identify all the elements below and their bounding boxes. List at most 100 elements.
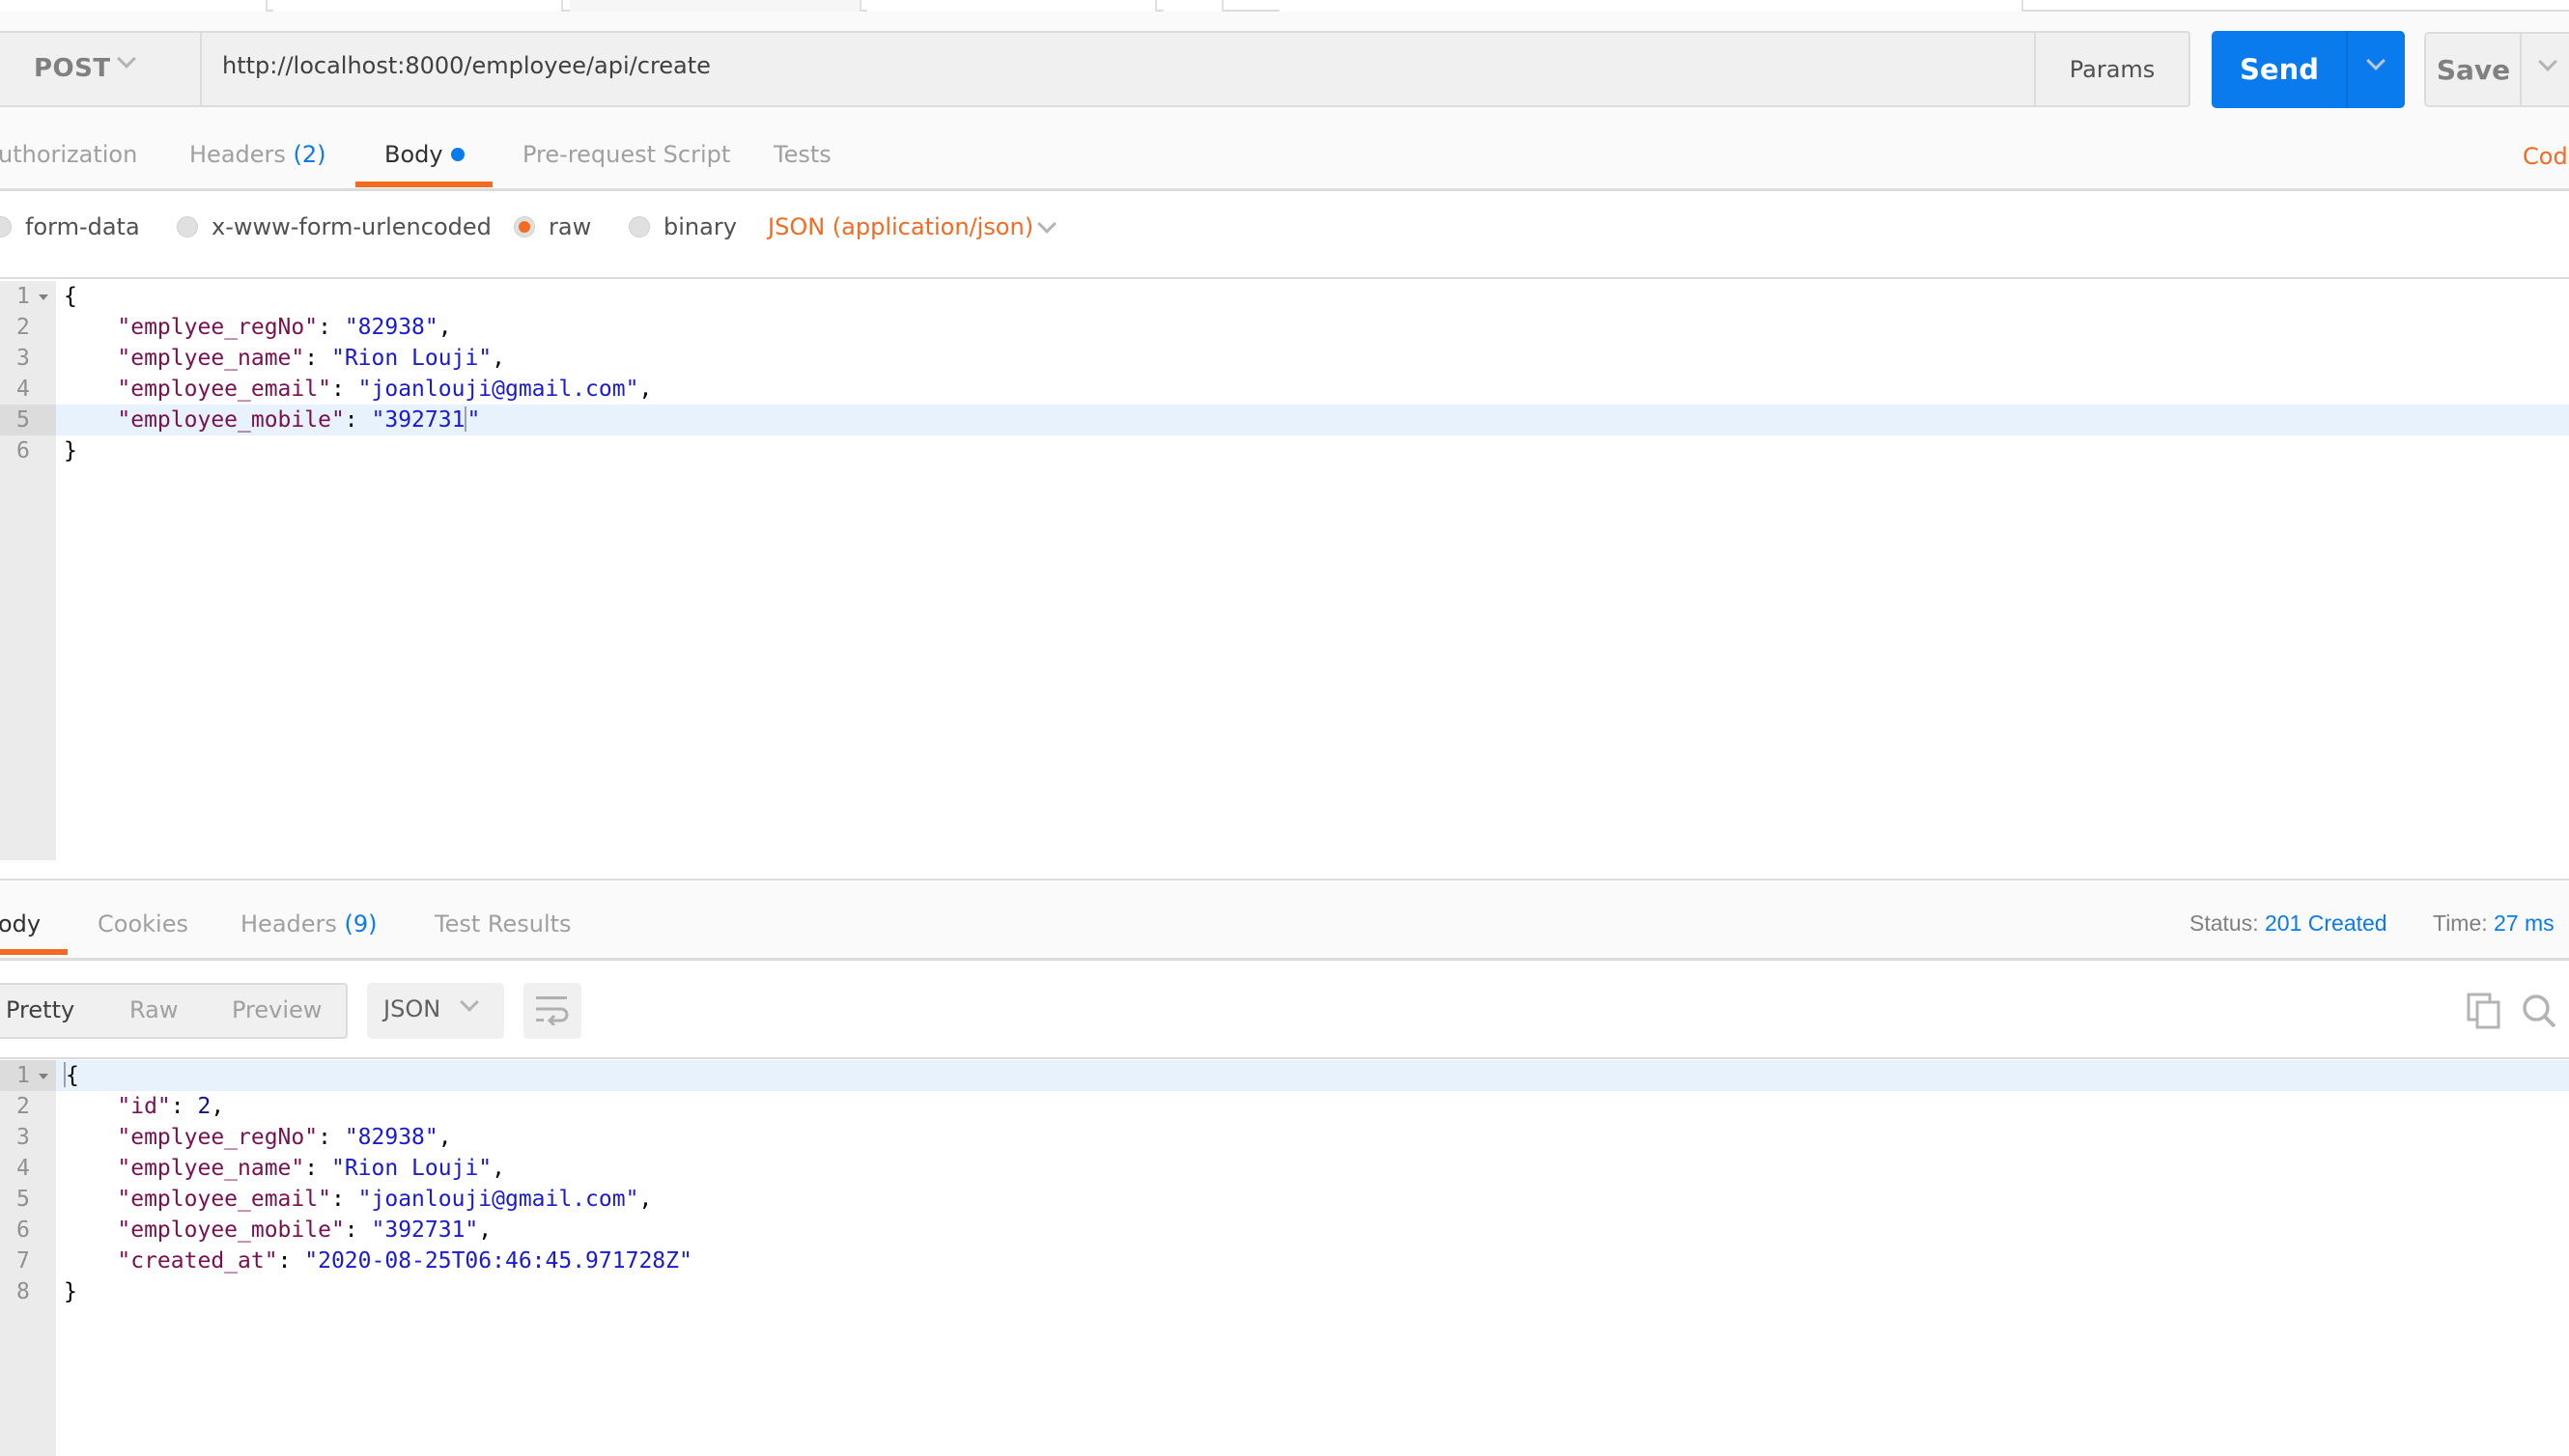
save-button-group: Save — [2424, 32, 2569, 107]
tab-label: Headers — [189, 141, 286, 168]
json-string: "joanlouji@gmail.com" — [357, 1187, 639, 1212]
radio-circle[interactable] — [0, 216, 12, 238]
code-line: 6 } — [0, 435, 2569, 466]
view-raw[interactable]: Raw — [129, 996, 178, 1023]
view-preview[interactable]: Preview — [232, 996, 322, 1023]
response-format-select[interactable]: JSON — [367, 983, 504, 1039]
format-label: JSON — [383, 995, 441, 1022]
line-number: 3 — [16, 346, 30, 371]
pane-divider[interactable] — [0, 860, 2569, 881]
new-tab-button[interactable] — [1164, 0, 1224, 12]
code-text: "employee_email": "joanlouji@gmail.com", — [117, 377, 653, 402]
radio-circle-selected[interactable] — [514, 216, 535, 238]
tab-tests[interactable]: Tests — [774, 141, 832, 168]
json-key: "emplyee_name" — [117, 346, 305, 371]
response-tab-body[interactable]: ody — [0, 910, 41, 938]
code-text: "emplyee_regNo": "82938", — [117, 315, 452, 340]
chevron-down-icon — [460, 993, 479, 1012]
status-value[interactable]: 201 Created — [2265, 910, 2387, 936]
window-tab[interactable] — [867, 0, 1157, 12]
save-button[interactable]: Save — [2426, 34, 2521, 105]
tab-authorization[interactable]: uthorization — [0, 141, 137, 168]
tab-label: Tests — [774, 141, 832, 168]
response-tab-test-results[interactable]: Test Results — [435, 910, 572, 938]
url-input[interactable]: http://localhost:8000/employee/api/creat… — [222, 52, 711, 79]
content-type-select[interactable]: JSON (application/json) — [768, 213, 1057, 240]
send-options-button[interactable] — [2346, 31, 2405, 108]
copy-icon[interactable] — [2467, 993, 2501, 1029]
line-number: 7 — [16, 1248, 30, 1274]
window-tab[interactable] — [0, 0, 268, 12]
response-header: ody Cookies Headers (9) Test Results Sta… — [0, 882, 2569, 961]
code-text: } — [64, 438, 77, 463]
json-string: " — [466, 407, 481, 433]
code-line: 5 "employee_email": "joanlouji@gmail.com… — [0, 1184, 2569, 1215]
status-label: Status: — [2189, 910, 2259, 936]
params-button[interactable]: Params — [2034, 33, 2188, 105]
tab-body[interactable]: Body — [384, 141, 465, 168]
response-tab-cookies[interactable]: Cookies — [98, 910, 188, 938]
tab-label: Headers — [240, 910, 337, 938]
search-icon[interactable] — [2521, 993, 2557, 1029]
json-string: "392731 — [371, 407, 466, 433]
line-number: 8 — [16, 1279, 30, 1304]
fold-arrow-icon[interactable] — [39, 294, 48, 300]
wrap-lines-button[interactable] — [523, 983, 581, 1039]
punct: , — [638, 377, 653, 402]
code-text: { — [64, 1060, 79, 1091]
response-body-viewer[interactable]: 1 { 2 "id": 2, 3 "emplyee_regNo": "82938… — [0, 1060, 2569, 1456]
line-number: 5 — [0, 405, 56, 435]
code-line: 1 { — [0, 281, 2569, 312]
json-number: 2 — [197, 1094, 212, 1119]
line-number: 3 — [16, 1125, 30, 1150]
line-number: 2 — [16, 315, 30, 340]
code-line-active: 1 { — [0, 1060, 2569, 1091]
chevron-down-icon — [2366, 51, 2386, 70]
radio-raw[interactable]: raw — [514, 213, 591, 240]
json-string: "392731" — [371, 1218, 479, 1243]
save-options-button[interactable] — [2520, 34, 2569, 105]
radio-x-www-form-urlencoded[interactable]: x-www-form-urlencoded — [177, 213, 492, 240]
tab-strip-spacer — [1280, 0, 2023, 12]
line-number: 6 — [16, 438, 30, 463]
code-line: 8 } — [0, 1276, 2569, 1307]
code-line-active: 5 "employee_mobile": "392731" — [0, 405, 2569, 435]
fold-arrow-icon[interactable] — [39, 1074, 48, 1079]
send-button-group: Send — [2212, 31, 2405, 108]
wrap-lines-icon — [536, 996, 569, 1025]
headers-count: (2) — [293, 141, 326, 168]
active-tab-indicator — [0, 949, 68, 955]
code-text: "emplyee_name": "Rion Louji", — [117, 1156, 505, 1181]
response-tab-headers[interactable]: Headers (9) — [240, 910, 378, 938]
code-link[interactable]: Code — [2523, 143, 2569, 170]
brace: { — [66, 1063, 79, 1088]
view-pretty[interactable]: Pretty — [6, 996, 74, 1023]
radio-circle[interactable] — [177, 216, 198, 238]
line-number: 5 — [16, 1187, 30, 1212]
send-button[interactable]: Send — [2212, 31, 2347, 108]
code-line: 7 "created_at": "2020-08-25T06:46:45.971… — [0, 1246, 2569, 1276]
window-tab[interactable] — [273, 0, 563, 12]
request-body-editor[interactable]: 1 { 2 "emplyee_regNo": "82938", 3 "emply… — [0, 281, 2569, 860]
json-string: "82938" — [344, 1125, 438, 1150]
modified-dot-icon — [450, 148, 465, 161]
code-text: "employee_mobile": "392731", — [117, 1218, 493, 1243]
tab-label: Test Results — [435, 910, 572, 938]
json-key: "employee_mobile" — [117, 407, 345, 433]
json-key: "employee_email" — [117, 377, 331, 402]
headers-count: (9) — [344, 910, 378, 938]
chevron-down-icon — [2538, 52, 2557, 71]
window-tab-active[interactable] — [570, 0, 861, 12]
radio-form-data[interactable]: form-data — [0, 213, 140, 240]
response-view-toggle: Pretty Raw Preview — [0, 983, 348, 1039]
tab-pre-request-script[interactable]: Pre-request Script — [522, 141, 730, 168]
method-select[interactable]: POST — [0, 33, 202, 105]
code-line: 2 "id": 2, — [0, 1091, 2569, 1122]
response-toolbar: Pretty Raw Preview JSON — [0, 962, 2569, 1059]
code-text: { — [64, 284, 77, 309]
time-value[interactable]: 27 ms — [2494, 910, 2555, 936]
code-text: "employee_email": "joanlouji@gmail.com", — [117, 1187, 653, 1212]
radio-circle[interactable] — [629, 216, 650, 238]
tab-headers[interactable]: Headers (2) — [189, 141, 326, 168]
radio-binary[interactable]: binary — [629, 213, 737, 240]
